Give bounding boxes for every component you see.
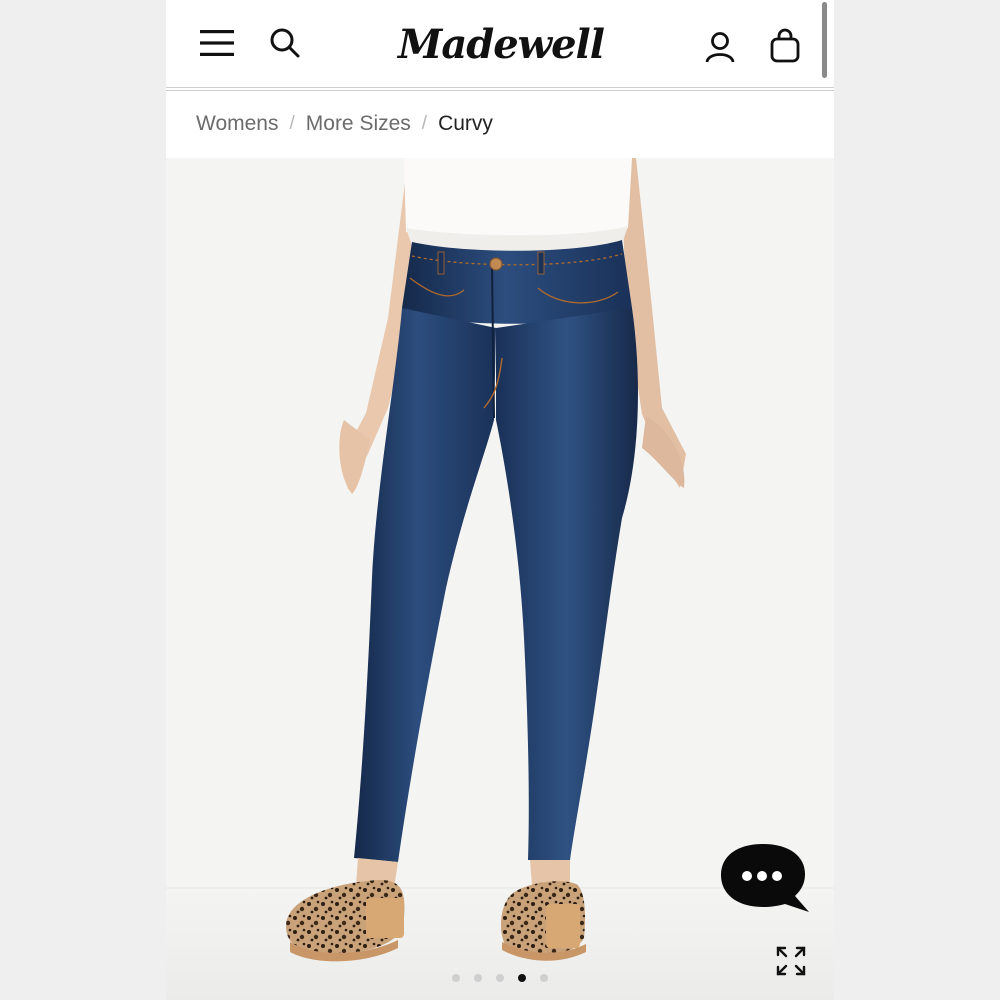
site-header: Madewell: [166, 0, 834, 88]
search-button[interactable]: [264, 22, 306, 64]
breadcrumb-more-sizes[interactable]: More Sizes: [306, 112, 411, 136]
expand-image-button[interactable]: [774, 944, 808, 978]
chat-button[interactable]: [719, 842, 811, 914]
breadcrumb-separator: /: [421, 113, 428, 134]
search-icon: [270, 28, 300, 58]
carousel-dot[interactable]: [540, 974, 548, 982]
carousel-dot[interactable]: [474, 974, 482, 982]
carousel-indicators: [452, 974, 548, 982]
mobile-page: Madewell Womens / More Sizes / Curvy: [166, 0, 834, 1000]
carousel-dot[interactable]: [452, 974, 460, 982]
brand-logo[interactable]: Madewell: [396, 14, 606, 74]
expand-icon: [776, 946, 806, 976]
breadcrumb-curvy: Curvy: [438, 112, 493, 135]
bag-button[interactable]: [764, 24, 806, 68]
page-scrollbar[interactable]: [822, 2, 827, 78]
hamburger-menu-icon: [200, 30, 234, 56]
breadcrumb: Womens / More Sizes / Curvy: [196, 108, 493, 140]
chat-bubble-icon: [721, 844, 809, 912]
shopping-bag-icon: [770, 28, 800, 63]
carousel-dot[interactable]: [496, 974, 504, 982]
right-backdrop: [834, 0, 1000, 1000]
brand-logo-text: Madewell: [398, 20, 605, 68]
breadcrumb-womens[interactable]: Womens: [196, 112, 278, 136]
left-backdrop: [0, 0, 166, 1000]
carousel-dot-active[interactable]: [518, 974, 526, 982]
user-account-icon: [705, 32, 735, 63]
account-button[interactable]: [700, 26, 740, 68]
header-divider: [166, 87, 834, 91]
menu-button[interactable]: [196, 22, 238, 64]
breadcrumb-separator: /: [289, 113, 295, 134]
